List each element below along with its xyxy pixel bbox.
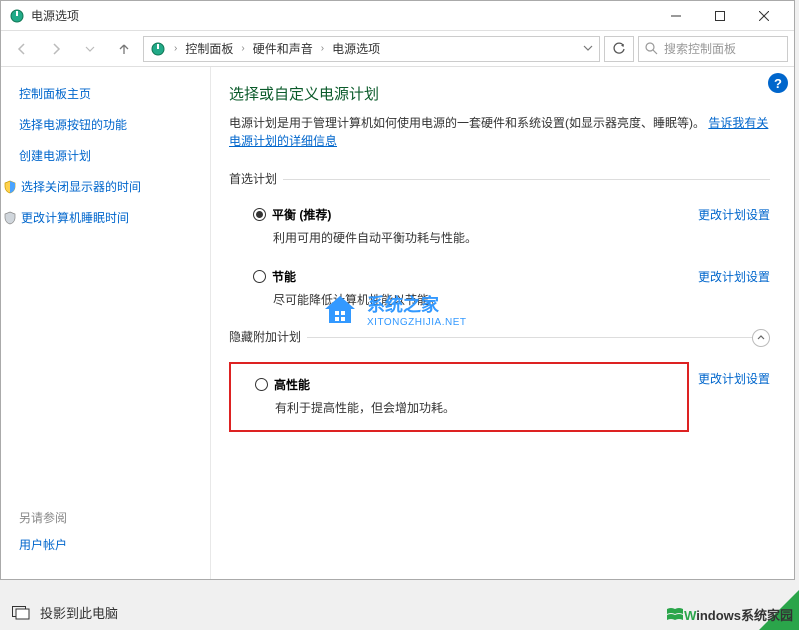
plan-high-name: 高性能 [274, 376, 310, 393]
window-title: 电源选项 [31, 7, 654, 24]
taskbar-project-label: 投影到此电脑 [40, 603, 118, 622]
radio-balanced[interactable] [253, 208, 266, 221]
windows-flag-icon [666, 606, 684, 624]
preferred-plans-header: 首选计划 [229, 170, 770, 188]
plan-power-saver: 节能 尽可能降低计算机性能以节能。 更改计划设置 [229, 260, 770, 322]
brand-logo: Windows系统家园 [666, 605, 793, 624]
see-also-section: 另请参阅 用户帐户 [19, 509, 67, 567]
refresh-button[interactable] [604, 36, 634, 62]
sidebar-change-sleep[interactable]: 更改计算机睡眠时间 [3, 209, 210, 226]
radio-high-performance[interactable] [255, 378, 268, 391]
body: 控制面板主页 选择电源按钮的功能 创建电源计划 选择关闭显示器的时间 更改计算机… [1, 67, 794, 579]
plan-saver-desc: 尽可能降低计算机性能以节能。 [253, 291, 698, 308]
page-heading: 选择或自定义电源计划 [229, 83, 770, 104]
plan-balanced: 平衡 (推荐) 利用可用的硬件自动平衡功耗与性能。 更改计划设置 [229, 198, 770, 260]
sidebar-create-power-plan[interactable]: 创建电源计划 [19, 147, 210, 164]
address-dropdown-icon[interactable] [583, 42, 593, 56]
brand-rest: indows系统家园 [696, 608, 793, 623]
plan-saver-name: 节能 [272, 268, 296, 285]
chevron-right-icon: › [172, 43, 179, 54]
address-bar[interactable]: › 控制面板 › 硬件和声音 › 电源选项 [143, 36, 600, 62]
navbar: › 控制面板 › 硬件和声音 › 电源选项 搜索控制面板 [1, 31, 794, 67]
breadcrumb-power-options[interactable]: 电源选项 [332, 40, 380, 57]
highlighted-plan-box: 高性能 有利于提高性能，但会增加功耗。 [229, 362, 689, 432]
history-dropdown[interactable] [75, 35, 105, 63]
search-placeholder: 搜索控制面板 [664, 40, 736, 57]
change-settings-high[interactable]: 更改计划设置 [698, 372, 770, 386]
sidebar-choose-button-function[interactable]: 选择电源按钮的功能 [19, 116, 210, 133]
plan-balanced-desc: 利用可用的硬件自动平衡功耗与性能。 [253, 229, 698, 246]
search-icon [645, 42, 658, 55]
forward-button[interactable] [41, 35, 71, 63]
collapse-button[interactable] [752, 329, 770, 347]
hidden-plans-label: 隐藏附加计划 [229, 328, 307, 345]
main-panel: ? 选择或自定义电源计划 电源计划是用于管理计算机如何使用电源的一套硬件和系统设… [211, 67, 794, 579]
titlebar: 电源选项 [1, 1, 794, 31]
change-settings-balanced[interactable]: 更改计划设置 [698, 206, 770, 246]
breadcrumb-control-panel[interactable]: 控制面板 [185, 40, 233, 57]
power-options-icon [9, 8, 25, 24]
project-icon [12, 606, 30, 620]
sidebar-home-link[interactable]: 控制面板主页 [19, 85, 210, 102]
plan-high-desc: 有利于提高性能，但会增加功耗。 [255, 399, 687, 416]
sidebar: 控制面板主页 选择电源按钮的功能 创建电源计划 选择关闭显示器的时间 更改计算机… [1, 67, 211, 579]
taskbar-item-project[interactable]: 投影到此电脑 [12, 603, 118, 622]
see-also-heading: 另请参阅 [19, 509, 67, 526]
breadcrumb-hardware-sound[interactable]: 硬件和声音 [253, 40, 313, 57]
help-icon[interactable]: ? [768, 73, 788, 93]
minimize-button[interactable] [654, 2, 698, 30]
close-button[interactable] [742, 2, 786, 30]
window-controls [654, 2, 786, 30]
preferred-plans-label: 首选计划 [229, 170, 283, 187]
search-input[interactable]: 搜索控制面板 [638, 36, 788, 62]
intro-text: 电源计划是用于管理计算机如何使用电源的一套硬件和系统设置(如显示器亮度、睡眠等)… [229, 114, 770, 150]
sidebar-user-accounts[interactable]: 用户帐户 [19, 536, 67, 553]
shield-icon [3, 180, 17, 194]
chevron-right-icon: › [239, 43, 246, 54]
back-button[interactable] [7, 35, 37, 63]
change-settings-saver[interactable]: 更改计划设置 [698, 268, 770, 308]
hidden-plans-header: 隐藏附加计划 [229, 328, 770, 346]
sidebar-choose-display-off[interactable]: 选择关闭显示器的时间 [3, 178, 210, 195]
power-options-icon [150, 41, 166, 57]
plan-balanced-name: 平衡 (推荐) [272, 206, 331, 223]
maximize-button[interactable] [698, 2, 742, 30]
shield-icon [3, 211, 17, 225]
radio-power-saver[interactable] [253, 270, 266, 283]
control-panel-window: 电源选项 › 控制面板 › 硬件和声音 › 电源选项 搜索控制面板 [0, 0, 795, 580]
chevron-right-icon: › [319, 43, 326, 54]
brand-w: W [684, 608, 696, 623]
up-button[interactable] [109, 35, 139, 63]
